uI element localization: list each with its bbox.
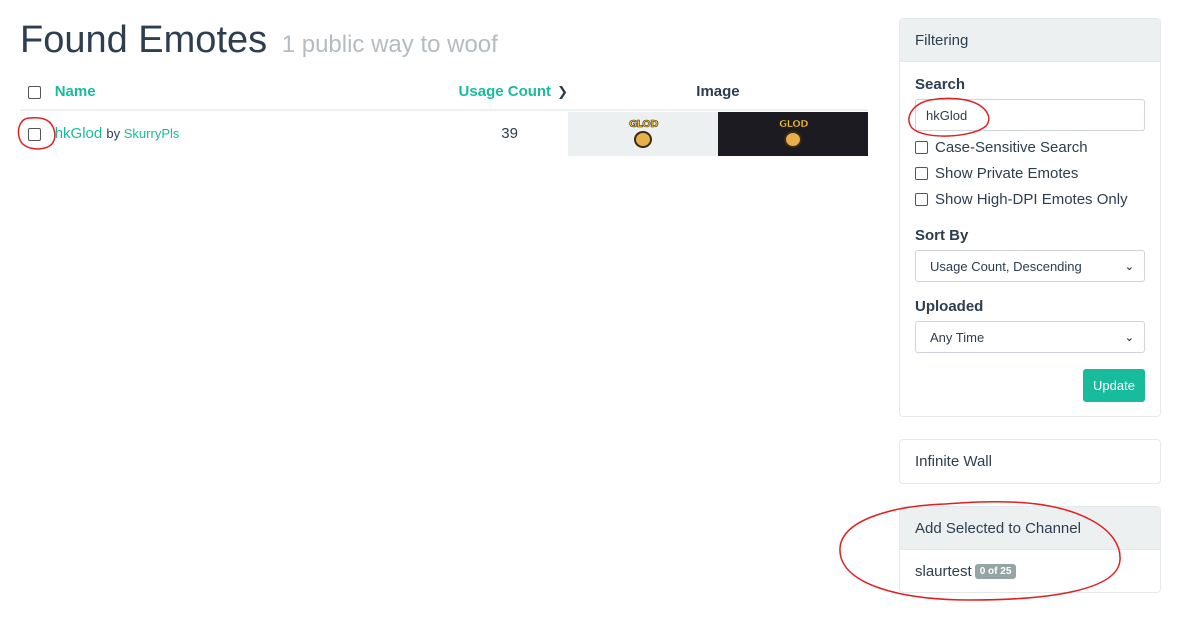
emote-preview-dark: GLOD	[717, 111, 868, 156]
usage-column-header: Usage Count ❯	[388, 74, 568, 111]
channel-count-badge: 0 of 25	[974, 563, 1017, 579]
uploaded-label: Uploaded	[915, 298, 984, 315]
filtering-body: Search hkGlod Case-Sensitive Search Show…	[900, 62, 1160, 416]
table-header-row: Name Usage Count ❯ Image	[20, 74, 868, 111]
select-all-checkbox[interactable]	[28, 85, 41, 99]
search-label: Search	[915, 76, 966, 93]
emote-image-previews: GLOD GLOD	[567, 111, 868, 156]
private-emotes-option[interactable]: Show Private Emotes	[915, 164, 1145, 183]
channel-name[interactable]: slaurtest	[915, 563, 972, 580]
emote-face	[633, 130, 652, 148]
update-row: Update	[915, 369, 1145, 402]
case-sensitive-label: Case-Sensitive Search	[935, 139, 1088, 156]
usage-count: 39	[501, 125, 518, 142]
add-to-channel-heading: Add Selected to Channel	[900, 507, 1160, 550]
add-to-channel-panel: Add Selected to Channel slaurtest 0 of 2…	[899, 506, 1161, 593]
page-title-text: Found Emotes	[20, 19, 268, 61]
uploaded-select-value: Any Time	[930, 329, 985, 345]
emote-author: by SkurryPls	[106, 126, 179, 141]
update-button[interactable]: Update	[1083, 369, 1145, 402]
high-dpi-label: Show High-DPI Emotes Only	[935, 191, 1128, 208]
infinite-wall-panel[interactable]: Infinite Wall	[899, 439, 1161, 484]
sort-select-value: Usage Count, Descending	[930, 258, 1082, 274]
case-sensitive-checkbox[interactable]	[915, 141, 928, 154]
row-checkbox[interactable]	[28, 127, 41, 141]
chevron-down-icon: ⌄	[1124, 331, 1134, 344]
page-title: Found Emotes 1 public way to woof	[20, 16, 870, 69]
sidebar: Filtering Search hkGlod Case-Sensitive S…	[899, 18, 1161, 615]
high-dpi-checkbox[interactable]	[915, 193, 928, 206]
emotes-table: Name Usage Count ❯ Image hkGlod by Skurry…	[20, 74, 868, 156]
table-row: hkGlod by SkurryPls 39 GLOD GLOD	[20, 110, 868, 156]
chevron-down-icon[interactable]: ❯	[557, 84, 568, 100]
private-emotes-label: Show Private Emotes	[935, 165, 1079, 182]
chevron-down-icon: ⌄	[1124, 260, 1134, 273]
author-link[interactable]: SkurryPls	[124, 126, 180, 141]
page-subtitle: 1 public way to woof	[281, 31, 498, 58]
uploaded-select[interactable]: Any Time ⌄	[915, 321, 1145, 353]
filtering-heading: Filtering	[900, 19, 1160, 62]
emote-image-text: GLOD	[628, 118, 659, 130]
emote-image: GLOD	[628, 118, 659, 149]
emote-name-link[interactable]: hkGlod	[55, 125, 103, 142]
sort-select[interactable]: Usage Count, Descending ⌄	[915, 250, 1145, 282]
emote-face-dark	[783, 130, 802, 148]
search-input[interactable]: hkGlod	[915, 99, 1145, 131]
by-word: by	[106, 126, 121, 141]
case-sensitive-option[interactable]: Case-Sensitive Search	[915, 138, 1145, 157]
name-column-header: Name	[54, 74, 389, 111]
infinite-wall-link[interactable]: Infinite Wall	[900, 440, 1160, 483]
high-dpi-option[interactable]: Show High-DPI Emotes Only	[915, 190, 1145, 209]
select-all-cell	[20, 74, 55, 111]
filtering-panel: Filtering Search hkGlod Case-Sensitive S…	[899, 18, 1161, 417]
emote-name-cell: hkGlod by SkurryPls	[55, 110, 389, 156]
sort-label: Sort By	[915, 227, 969, 244]
row-check-cell	[20, 110, 55, 156]
main-content: Found Emotes 1 public way to woof Name U…	[20, 16, 870, 156]
emote-image-dark-text: GLOD	[778, 118, 809, 130]
emote-preview-light: GLOD	[567, 111, 718, 156]
image-column-header: Image	[567, 74, 868, 111]
sort-by-name-link[interactable]: Name	[55, 83, 96, 100]
emote-image-cell: GLOD GLOD	[567, 110, 868, 156]
sort-by-usage-link[interactable]: Usage Count	[459, 83, 552, 100]
private-emotes-checkbox[interactable]	[915, 167, 928, 180]
emote-image-dark: GLOD	[778, 118, 809, 149]
channel-item[interactable]: slaurtest 0 of 25	[900, 550, 1160, 592]
